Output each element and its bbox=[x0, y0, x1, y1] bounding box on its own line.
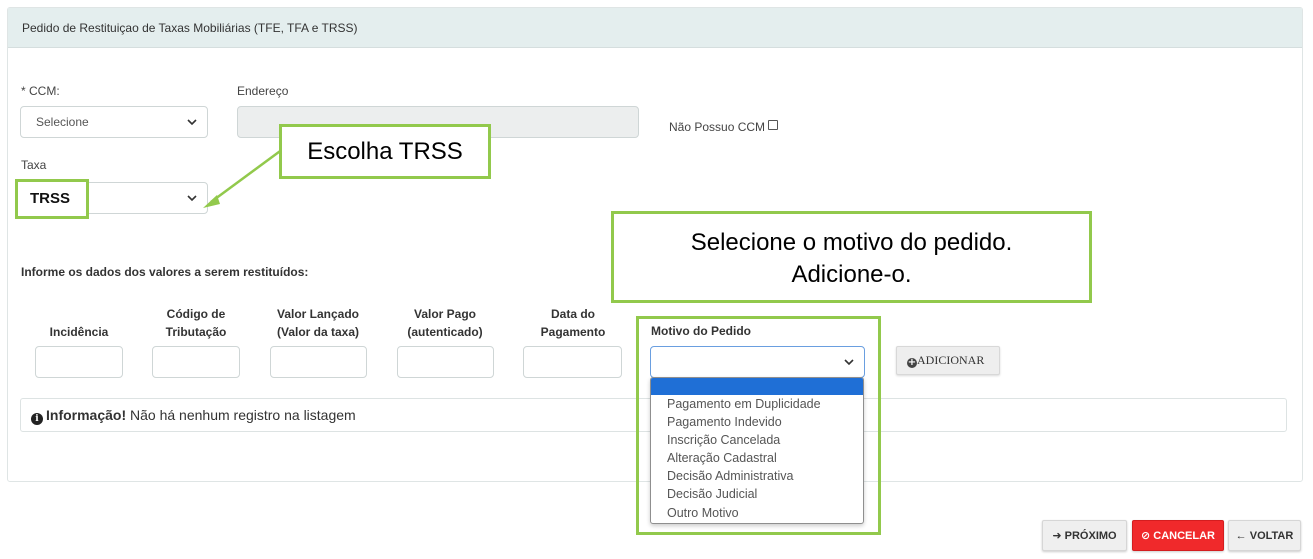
col-header-valor-pago: Valor Pago (autenticado) bbox=[395, 305, 495, 341]
valor-pago-input[interactable] bbox=[397, 346, 494, 378]
ccm-label: * CCM: bbox=[21, 84, 60, 98]
endereco-label: Endereço bbox=[237, 84, 289, 98]
nao-possuo-ccm-checkbox[interactable] bbox=[768, 120, 778, 130]
back-button[interactable]: ← VOLTAR bbox=[1228, 520, 1301, 551]
chevron-down-icon bbox=[186, 116, 198, 128]
arrow-right-icon: ➜ bbox=[1052, 530, 1062, 542]
cancel-button-label: CANCELAR bbox=[1153, 530, 1215, 542]
info-text: Não há nenhum registro na listagem bbox=[126, 407, 356, 423]
callout-motivo: Selecione o motivo do pedido. Adicione-o… bbox=[611, 211, 1092, 303]
add-button[interactable]: +ADICIONAR bbox=[896, 346, 1000, 375]
callout-trss: Escolha TRSS bbox=[279, 124, 491, 179]
ccm-select-value: Selecione bbox=[36, 115, 89, 129]
nao-possuo-ccm-label: Não Possuo CCM bbox=[669, 120, 766, 134]
col-header-line2: Pagamento bbox=[540, 325, 606, 339]
col-header-line2: Incidência bbox=[49, 325, 109, 339]
cancel-button[interactable]: ⊘ CANCELAR bbox=[1132, 520, 1224, 551]
codigo-tributacao-input[interactable] bbox=[152, 346, 240, 378]
col-header-valor-lancado: Valor Lançado (Valor da taxa) bbox=[262, 305, 374, 341]
col-header-data-pagamento: Data do Pagamento bbox=[523, 305, 623, 341]
col-header-line1: Código de bbox=[166, 307, 226, 321]
col-header-line2: (Valor da taxa) bbox=[276, 325, 360, 339]
ban-icon: ⊘ bbox=[1140, 530, 1151, 542]
callout-motivo-line1: Selecione o motivo do pedido. bbox=[690, 229, 1013, 256]
taxa-selected-highlight: TRSS bbox=[15, 179, 89, 219]
back-button-label: VOLTAR bbox=[1249, 530, 1294, 542]
col-header-line1: Valor Lançado bbox=[276, 307, 360, 321]
next-button[interactable]: ➜ PRÓXIMO bbox=[1042, 520, 1127, 551]
callout-motivo-line2: Adicione-o. bbox=[791, 261, 912, 288]
col-header-codigo: Código de Tributação bbox=[152, 305, 240, 341]
col-header-line1 bbox=[35, 305, 123, 323]
col-header-line2: (autenticado) bbox=[407, 325, 483, 339]
plus-circle-icon: + bbox=[907, 357, 917, 368]
col-header-line1: Valor Pago bbox=[413, 307, 477, 321]
section-label: Informe os dados dos valores a serem res… bbox=[21, 265, 309, 279]
col-header-line1: Data do bbox=[550, 307, 595, 321]
incidencia-input[interactable] bbox=[35, 346, 123, 378]
valor-lancado-input[interactable] bbox=[270, 346, 367, 378]
info-strong: Informação! bbox=[46, 407, 127, 423]
panel-title: Pedido de Restituiçao de Taxas Mobiliári… bbox=[8, 8, 1302, 48]
arrow-left-icon: ← bbox=[1235, 530, 1247, 542]
data-pagamento-input[interactable] bbox=[523, 346, 622, 378]
ccm-select[interactable]: Selecione bbox=[20, 106, 208, 138]
taxa-label: Taxa bbox=[21, 158, 47, 172]
add-button-label: ADICIONAR bbox=[917, 353, 985, 367]
info-icon: i bbox=[31, 413, 43, 425]
motivo-highlight bbox=[636, 316, 881, 535]
next-button-label: PRÓXIMO bbox=[1064, 530, 1117, 542]
col-header-line2: Tributação bbox=[165, 325, 227, 339]
col-header-incidencia: Incidência bbox=[35, 305, 123, 341]
